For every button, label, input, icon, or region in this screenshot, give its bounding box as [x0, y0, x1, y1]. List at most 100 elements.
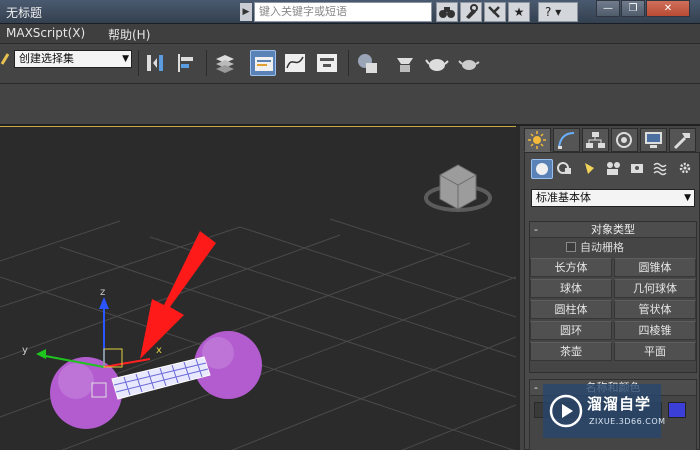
cameras-button[interactable] [603, 159, 625, 179]
hierarchy-icon [586, 132, 605, 148]
torus-button[interactable]: 圆环 [530, 321, 612, 340]
named-selection-set-dropdown[interactable]: 创建选择集 ▼ [14, 50, 132, 68]
toolbar-divider [206, 50, 207, 76]
title-bar: 无标题 ▶ 键入关键字或短语 ★ ? ▾ — ❐ ✕ [0, 0, 700, 24]
modify-icon [558, 132, 575, 149]
favorites-star-icon[interactable]: ★ [508, 2, 530, 22]
pencil-icon [0, 52, 10, 66]
help-button[interactable]: ? ▾ [538, 2, 578, 22]
connect-icon[interactable] [484, 2, 506, 22]
object-category-value: 标准基本体 [536, 191, 591, 204]
menu-help[interactable]: 帮助(H) [108, 26, 150, 43]
play-logo-icon [549, 394, 583, 428]
chevron-down-icon: ▼ [684, 193, 691, 203]
align-icon [178, 54, 193, 72]
autogrid-checkbox[interactable]: 自动栅格 [566, 240, 624, 256]
render-setup-icon [397, 58, 413, 72]
menu-bar: MAXScript(X) 帮助(H) [0, 24, 700, 44]
toolbar-divider [138, 50, 139, 76]
cylinder-button[interactable]: 圆柱体 [530, 300, 612, 319]
search-expand-button[interactable]: ▶ [240, 3, 252, 21]
scene-explorer-button[interactable] [250, 50, 276, 76]
toolbar-divider [348, 50, 349, 76]
tab-hierarchy[interactable] [582, 128, 609, 152]
watermark-logo: 溜溜自学 ZIXUE.3D66.COM [543, 384, 665, 438]
binoculars-icon[interactable] [436, 2, 458, 22]
render-production-button[interactable] [456, 50, 482, 76]
helpers-button[interactable] [627, 159, 649, 179]
close-button[interactable]: ✕ [646, 0, 690, 17]
layers-icon [216, 55, 234, 73]
motion-icon [616, 132, 632, 148]
collapse-icon: - [534, 381, 538, 394]
tab-motion[interactable] [611, 128, 638, 152]
camera-icon [607, 162, 620, 175]
material-editor-button[interactable] [354, 50, 380, 76]
communication-center-icon[interactable] [460, 2, 482, 22]
tab-utilities[interactable] [669, 128, 696, 152]
curve-editor-icon [285, 54, 305, 72]
minimize-button[interactable]: — [596, 0, 620, 17]
main-toolbar: 创建选择集 ▼ [0, 44, 700, 84]
object-category-dropdown[interactable]: 标准基本体 ▼ [531, 189, 695, 207]
scene-explorer-icon [255, 57, 273, 71]
pyramid-button[interactable]: 四棱锥 [614, 321, 696, 340]
plane-button[interactable]: 平面 [614, 342, 696, 361]
geometry-sphere-icon [536, 163, 548, 175]
tube-button[interactable]: 管状体 [614, 300, 696, 319]
space-warps-button[interactable] [651, 159, 673, 179]
light-icon [585, 163, 594, 174]
space-warp-icon [653, 162, 667, 176]
shapes-button[interactable] [555, 159, 577, 179]
autogrid-label: 自动栅格 [580, 241, 624, 254]
geometry-button[interactable] [531, 159, 553, 179]
gizmo-x-label: x [156, 345, 162, 356]
align-tool-button[interactable] [174, 50, 200, 76]
object-type-title: 对象类型 [591, 223, 635, 236]
object-type-rollout-header[interactable]: - 对象类型 [530, 222, 696, 238]
ribbon-bar [0, 84, 700, 126]
schematic-view-button[interactable] [314, 50, 340, 76]
tab-create[interactable] [524, 128, 551, 152]
schematic-icon [317, 54, 337, 72]
lights-button[interactable] [579, 159, 601, 179]
shapes-icon [557, 162, 571, 174]
help-icon: ? [545, 5, 552, 19]
geosphere-button[interactable]: 几何球体 [614, 279, 696, 298]
object-type-rollout: - 对象类型 自动栅格 长方体 圆锥体 球体 几何球体 圆柱体 管状体 圆环 四… [529, 221, 697, 373]
object-color-swatch[interactable] [668, 402, 686, 418]
sphere-button[interactable]: 球体 [530, 279, 612, 298]
layer-manager-button[interactable] [212, 50, 238, 76]
systems-gear-icon [679, 162, 691, 174]
display-monitor-icon [645, 132, 662, 148]
gizmo-z-label: z [100, 287, 105, 298]
material-editor-icon [358, 54, 377, 73]
teapot-icon [425, 59, 449, 71]
box-button[interactable]: 长方体 [530, 258, 612, 277]
mirror-tool-button[interactable] [142, 50, 168, 76]
curve-editor-button[interactable] [282, 50, 308, 76]
hammer-icon [673, 133, 690, 150]
helper-tape-icon [631, 164, 643, 173]
window-title: 无标题 [6, 6, 43, 20]
cone-button[interactable]: 圆锥体 [614, 258, 696, 277]
tab-modify[interactable] [553, 128, 580, 152]
mirror-icon [147, 55, 163, 71]
gizmo-y-label: y [22, 345, 28, 356]
teapot-render-icon [458, 60, 480, 70]
checkbox-box [566, 242, 576, 252]
command-panel-tabs [524, 128, 700, 152]
rendered-frame-button[interactable] [424, 50, 450, 76]
perspective-viewport[interactable]: z y x [0, 126, 516, 450]
restore-button[interactable]: ❐ [621, 0, 645, 17]
teapot-button[interactable]: 茶壶 [530, 342, 612, 361]
menu-maxscript[interactable]: MAXScript(X) [6, 26, 85, 40]
systems-button[interactable] [675, 159, 697, 179]
chevron-down-icon: ▼ [122, 54, 129, 64]
render-setup-button[interactable] [392, 50, 418, 76]
collapse-icon: - [534, 223, 538, 236]
watermark-title: 溜溜自学 [587, 395, 652, 413]
tab-display[interactable] [640, 128, 667, 152]
viewcube-icon[interactable] [424, 164, 492, 212]
search-input[interactable]: 键入关键字或短语 [254, 2, 432, 22]
